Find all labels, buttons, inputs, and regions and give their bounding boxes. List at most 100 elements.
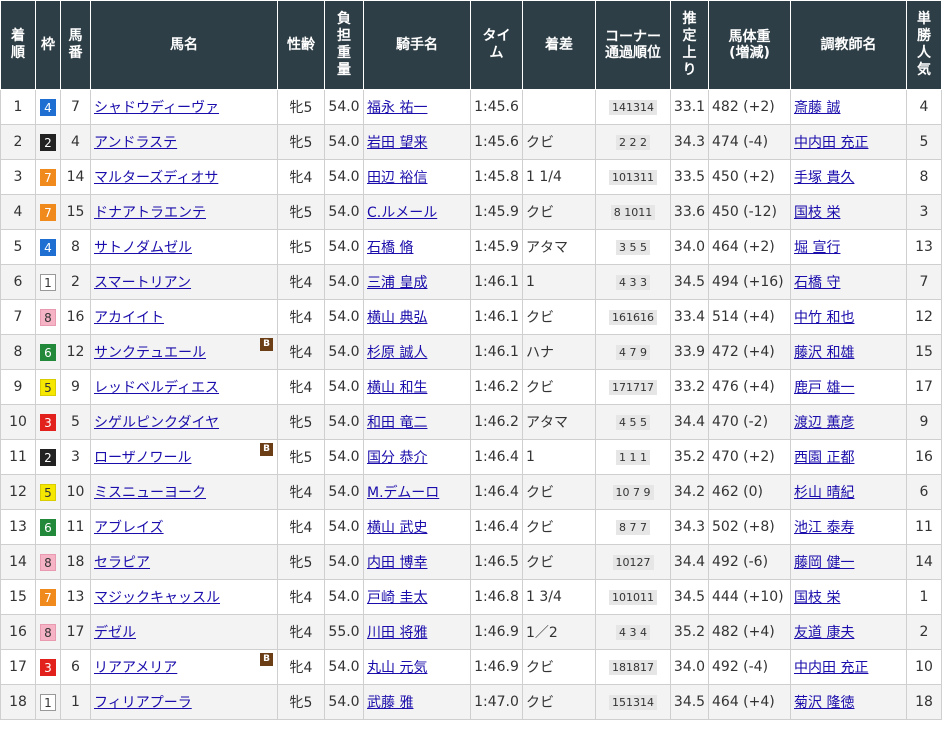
jockey-link[interactable]: 石橋 脩 xyxy=(367,240,413,256)
time-cell: 1:45.9 xyxy=(470,229,523,265)
horse-name-link[interactable]: マジックキャッスル xyxy=(94,590,220,606)
popularity-cell: 3 xyxy=(906,194,942,230)
body-weight-cell: 514 (+4) xyxy=(708,299,791,335)
horse-name-link[interactable]: シゲルピンクダイヤ xyxy=(94,415,219,431)
last3f-cell: 34.0 xyxy=(670,229,709,265)
jockey-link[interactable]: 武藤 雅 xyxy=(367,695,413,711)
trainer-link[interactable]: 中内田 充正 xyxy=(794,135,868,151)
horse-name-link[interactable]: スマートリアン xyxy=(94,275,191,291)
jockey-link[interactable]: 川田 将雅 xyxy=(367,625,427,641)
rank-cell: 17 xyxy=(0,649,36,685)
header-weight: 負担重量 xyxy=(324,0,364,90)
trainer-link[interactable]: 中竹 和也 xyxy=(794,310,854,326)
waku-cell: 8 xyxy=(35,544,61,580)
sexage-cell: 牝5 xyxy=(277,124,325,160)
trainer-link[interactable]: 杉山 晴紀 xyxy=(794,485,854,501)
jockey-link[interactable]: 丸山 元気 xyxy=(367,660,427,676)
popularity-cell: 11 xyxy=(906,509,942,545)
sexage-cell: 牝4 xyxy=(277,509,325,545)
rank-cell: 14 xyxy=(0,544,36,580)
horse-name-link[interactable]: ローザノワール xyxy=(94,450,191,466)
table-row: 1 4 7 シャドウディーヴァ 牝5 54.0 福永 祐一 1:45.6 141314 33.1 4… xyxy=(0,89,942,125)
trainer-link[interactable]: 石橋 守 xyxy=(794,275,840,291)
header-popularity: 単勝人気 xyxy=(906,0,942,90)
trainer-link[interactable]: 藤岡 健一 xyxy=(794,555,854,571)
trainer-link[interactable]: 国枝 栄 xyxy=(794,590,840,606)
jockey-link[interactable]: 福永 祐一 xyxy=(367,100,427,116)
jockey-link[interactable]: 岩田 望来 xyxy=(367,135,427,151)
trainer-link[interactable]: 中内田 充正 xyxy=(794,660,868,676)
weight-cell: 55.0 xyxy=(324,614,364,650)
horse-name-link[interactable]: サトノダムゼル xyxy=(94,240,192,256)
horse-name-link[interactable]: セラピア xyxy=(94,555,150,571)
jockey-link[interactable]: 横山 武史 xyxy=(367,520,427,536)
trainer-link[interactable]: 藤沢 和雄 xyxy=(794,345,854,361)
jockey-link[interactable]: C.ルメール xyxy=(367,205,437,221)
weight-cell: 54.0 xyxy=(324,579,364,615)
horse-cell: シゲルピンクダイヤ xyxy=(90,404,278,440)
jockey-link[interactable]: 横山 典弘 xyxy=(367,310,427,326)
waku-badge: 6 xyxy=(40,518,56,536)
jockey-link[interactable]: 戸崎 圭太 xyxy=(367,590,427,606)
horse-name-link[interactable]: フィリアプーラ xyxy=(94,695,192,711)
header-sexage: 性齢 xyxy=(277,0,325,90)
jockey-link[interactable]: 田辺 裕信 xyxy=(367,170,427,186)
horse-name-link[interactable]: アンドラステ xyxy=(94,135,177,151)
horse-name-link[interactable]: アブレイズ xyxy=(94,520,164,536)
umaban-cell: 14 xyxy=(60,159,91,195)
rank-cell: 4 xyxy=(0,194,36,230)
rank-cell: 1 xyxy=(0,89,36,125)
jockey-cell: 丸山 元気 xyxy=(363,649,471,685)
table-row: 13 6 11 アブレイズ 牝4 54.0 横山 武史 1:46.4 クビ 8 7 7 34.3 50… xyxy=(0,509,942,545)
trainer-link[interactable]: 池江 泰寿 xyxy=(794,520,854,536)
jockey-cell: 内田 博幸 xyxy=(363,544,471,580)
trainer-link[interactable]: 鹿戸 雄一 xyxy=(794,380,854,396)
horse-name-link[interactable]: レッドベルディエス xyxy=(94,380,219,396)
jockey-link[interactable]: 横山 和生 xyxy=(367,380,427,396)
horse-name-link[interactable]: シャドウディーヴァ xyxy=(94,100,219,116)
margin-cell xyxy=(522,89,596,125)
trainer-link[interactable]: 渡辺 薫彦 xyxy=(794,415,854,431)
trainer-link[interactable]: 西園 正都 xyxy=(794,450,854,466)
sexage-cell: 牝4 xyxy=(277,334,325,370)
body-weight-cell: 464 (+2) xyxy=(708,229,791,265)
header-row: 着順 枠 馬番 馬名 性齢 負担重量 騎手名 タイム 着差 コーナー 通過順位 推… xyxy=(0,0,942,90)
horse-name-link[interactable]: デゼル xyxy=(94,625,136,641)
jockey-link[interactable]: 杉原 誠人 xyxy=(367,345,427,361)
trainer-cell: 堀 宣行 xyxy=(790,229,907,265)
corner-positions: 4 3 4 xyxy=(616,625,650,640)
trainer-link[interactable]: 菊沢 隆徳 xyxy=(794,695,854,711)
jockey-cell: 武藤 雅 xyxy=(363,684,471,720)
horse-cell: セラピア xyxy=(90,544,278,580)
header-margin: 着差 xyxy=(522,0,596,90)
horse-name-link[interactable]: サンクテュエール xyxy=(94,345,206,361)
rank-cell: 12 xyxy=(0,474,36,510)
trainer-link[interactable]: 手塚 貴久 xyxy=(794,170,854,186)
horse-name-link[interactable]: ミスニューヨーク xyxy=(94,485,206,501)
last3f-cell: 34.4 xyxy=(670,404,709,440)
horse-name-link[interactable]: アカイイト xyxy=(94,310,164,326)
header-corner: コーナー 通過順位 xyxy=(595,0,671,90)
jockey-link[interactable]: 和田 竜二 xyxy=(367,415,427,431)
horse-cell: レッドベルディエス xyxy=(90,369,278,405)
jockey-link[interactable]: 内田 博幸 xyxy=(367,555,427,571)
horse-name-link[interactable]: マルターズディオサ xyxy=(94,170,218,186)
trainer-link[interactable]: 国枝 栄 xyxy=(794,205,840,221)
trainer-link[interactable]: 堀 宣行 xyxy=(794,240,840,256)
jockey-link[interactable]: M.デムーロ xyxy=(367,485,439,501)
waku-cell: 4 xyxy=(35,229,61,265)
weight-cell: 54.0 xyxy=(324,369,364,405)
trainer-cell: 藤岡 健一 xyxy=(790,544,907,580)
trainer-link[interactable]: 友道 康夫 xyxy=(794,625,854,641)
trainer-cell: 国枝 栄 xyxy=(790,194,907,230)
jockey-link[interactable]: 三浦 皇成 xyxy=(367,275,427,291)
jockey-link[interactable]: 国分 恭介 xyxy=(367,450,427,466)
trainer-link[interactable]: 斎藤 誠 xyxy=(794,100,840,116)
waku-badge: 1 xyxy=(40,273,56,291)
horse-cell: リアアメリア B xyxy=(90,649,278,685)
popularity-cell: 6 xyxy=(906,474,942,510)
weight-cell: 54.0 xyxy=(324,299,364,335)
horse-name-link[interactable]: リアアメリア xyxy=(94,660,177,676)
rank-cell: 2 xyxy=(0,124,36,160)
horse-name-link[interactable]: ドナアトラエンテ xyxy=(94,205,206,221)
